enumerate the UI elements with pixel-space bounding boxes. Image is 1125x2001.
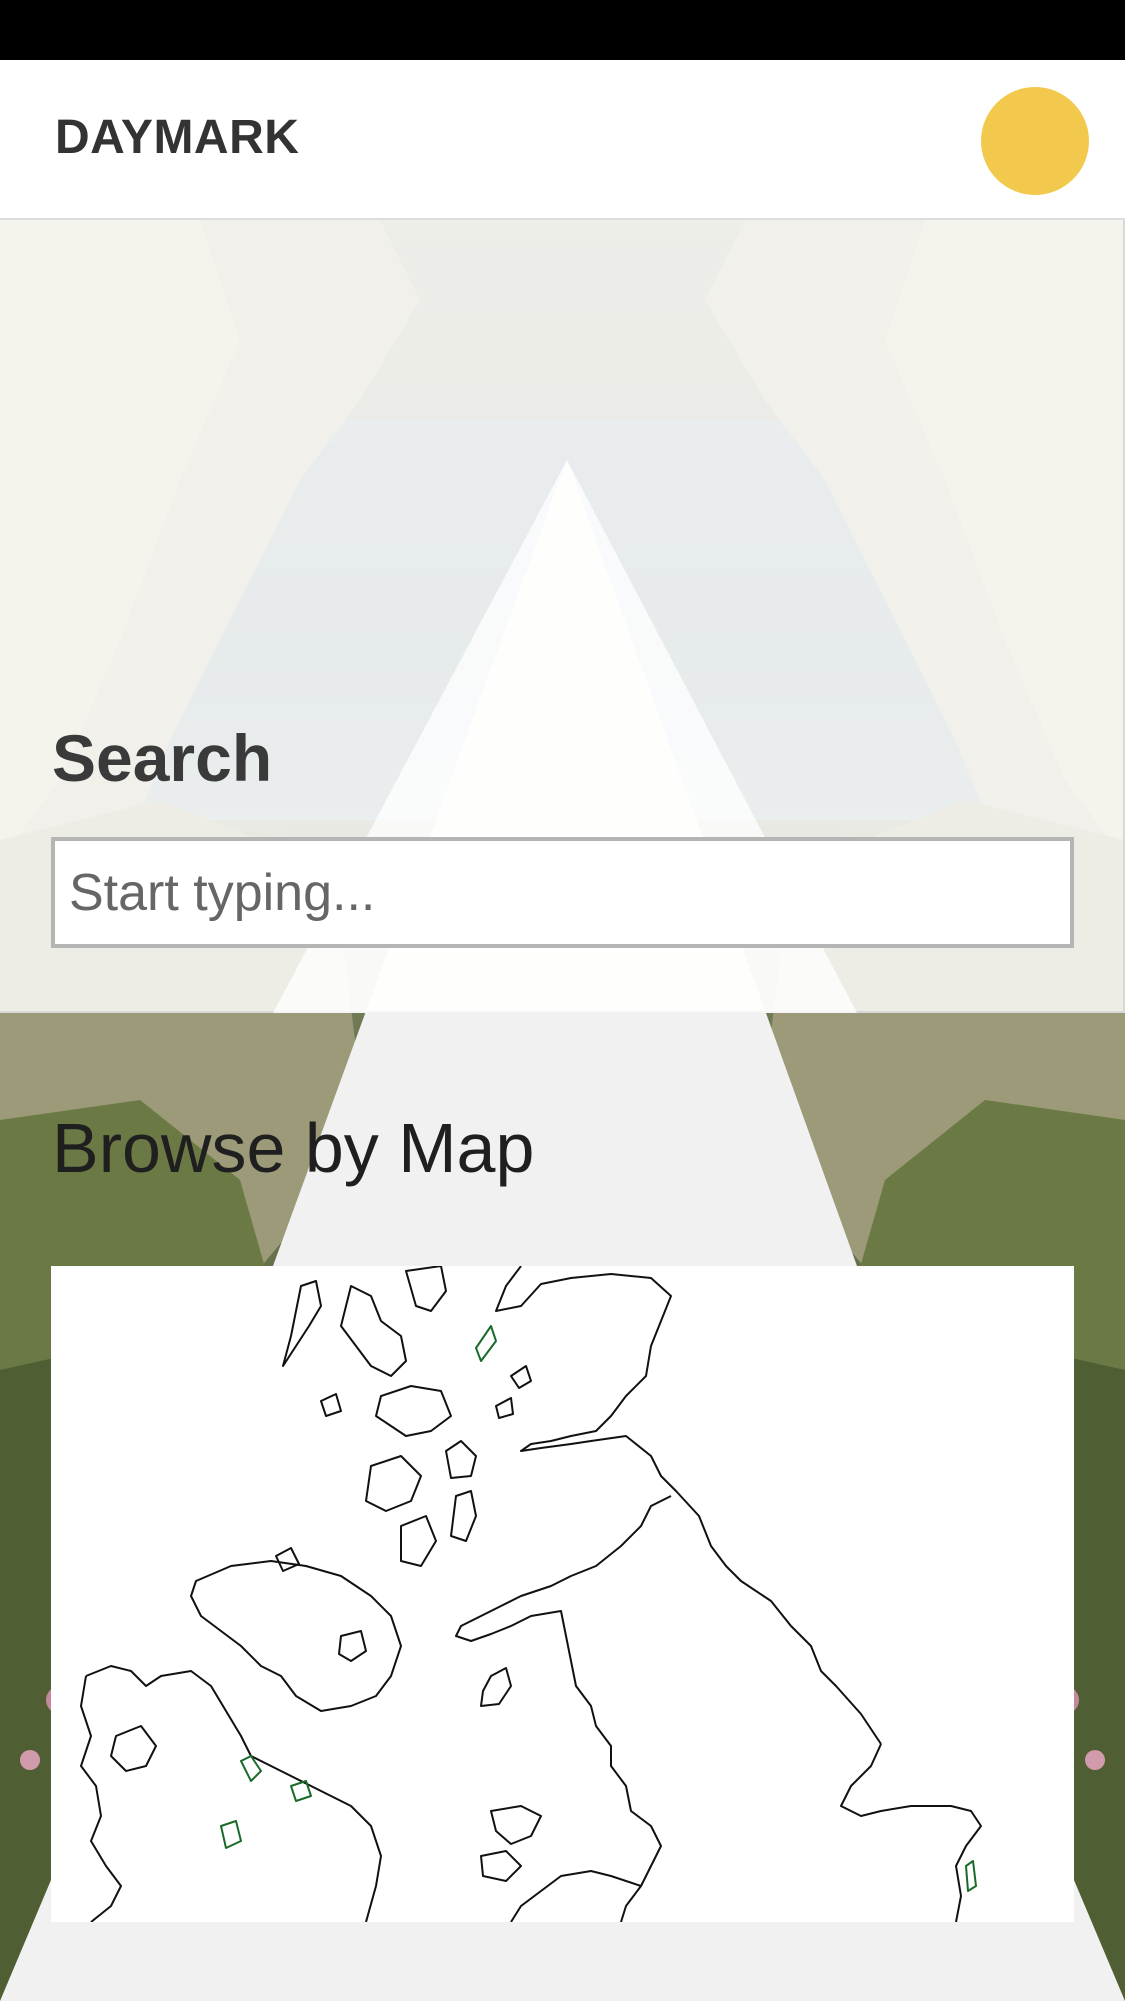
status-bar (0, 0, 1125, 60)
map-hebrides-3 (405, 1266, 447, 1312)
map-isle-of-man (480, 1667, 512, 1707)
uk-map[interactable] (51, 1266, 1074, 1922)
map-jura (450, 1490, 477, 1542)
browse-map-title: Browse by Map (52, 1109, 535, 1187)
map-hebrides-2 (340, 1285, 407, 1377)
map-wales-peninsula (490, 1805, 542, 1845)
map-england-east (840, 1743, 982, 1922)
map-east-anglia-marsh (965, 1860, 977, 1892)
map-islay (400, 1515, 437, 1567)
map-northern-ireland (190, 1560, 402, 1712)
map-lewis-loch (475, 1325, 497, 1362)
uk-map-outline (80, 1266, 982, 1922)
map-hebrides-1 (282, 1280, 322, 1367)
search-input[interactable] (51, 837, 1074, 948)
page: DAYMARK Search Browse by Map (0, 0, 1125, 2001)
map-lough-2 (290, 1780, 312, 1802)
map-scotland-west (455, 1495, 672, 1922)
map-mull (365, 1455, 422, 1512)
map-small-isle-4 (275, 1547, 300, 1572)
map-skye (375, 1385, 452, 1437)
search-title: Search (52, 721, 273, 795)
map-scotland (495, 1266, 882, 1745)
map-small-isle-1 (320, 1393, 342, 1417)
map-ireland-bay (110, 1725, 157, 1772)
app-header: DAYMARK (0, 60, 1125, 220)
map-small-isle-3 (510, 1365, 532, 1389)
map-lough-neagh (338, 1630, 367, 1662)
map-wales (510, 1870, 642, 1922)
search-panel: Search (0, 220, 1125, 1013)
map-ireland (85, 1665, 382, 1922)
map-arran (445, 1440, 477, 1479)
map-ireland-west (80, 1675, 122, 1922)
brand-logo[interactable]: DAYMARK (55, 110, 299, 165)
map-lough-3 (220, 1820, 242, 1849)
map-anglesey (480, 1850, 522, 1882)
map-small-isle-2 (495, 1397, 514, 1419)
user-avatar-icon[interactable] (981, 87, 1089, 195)
